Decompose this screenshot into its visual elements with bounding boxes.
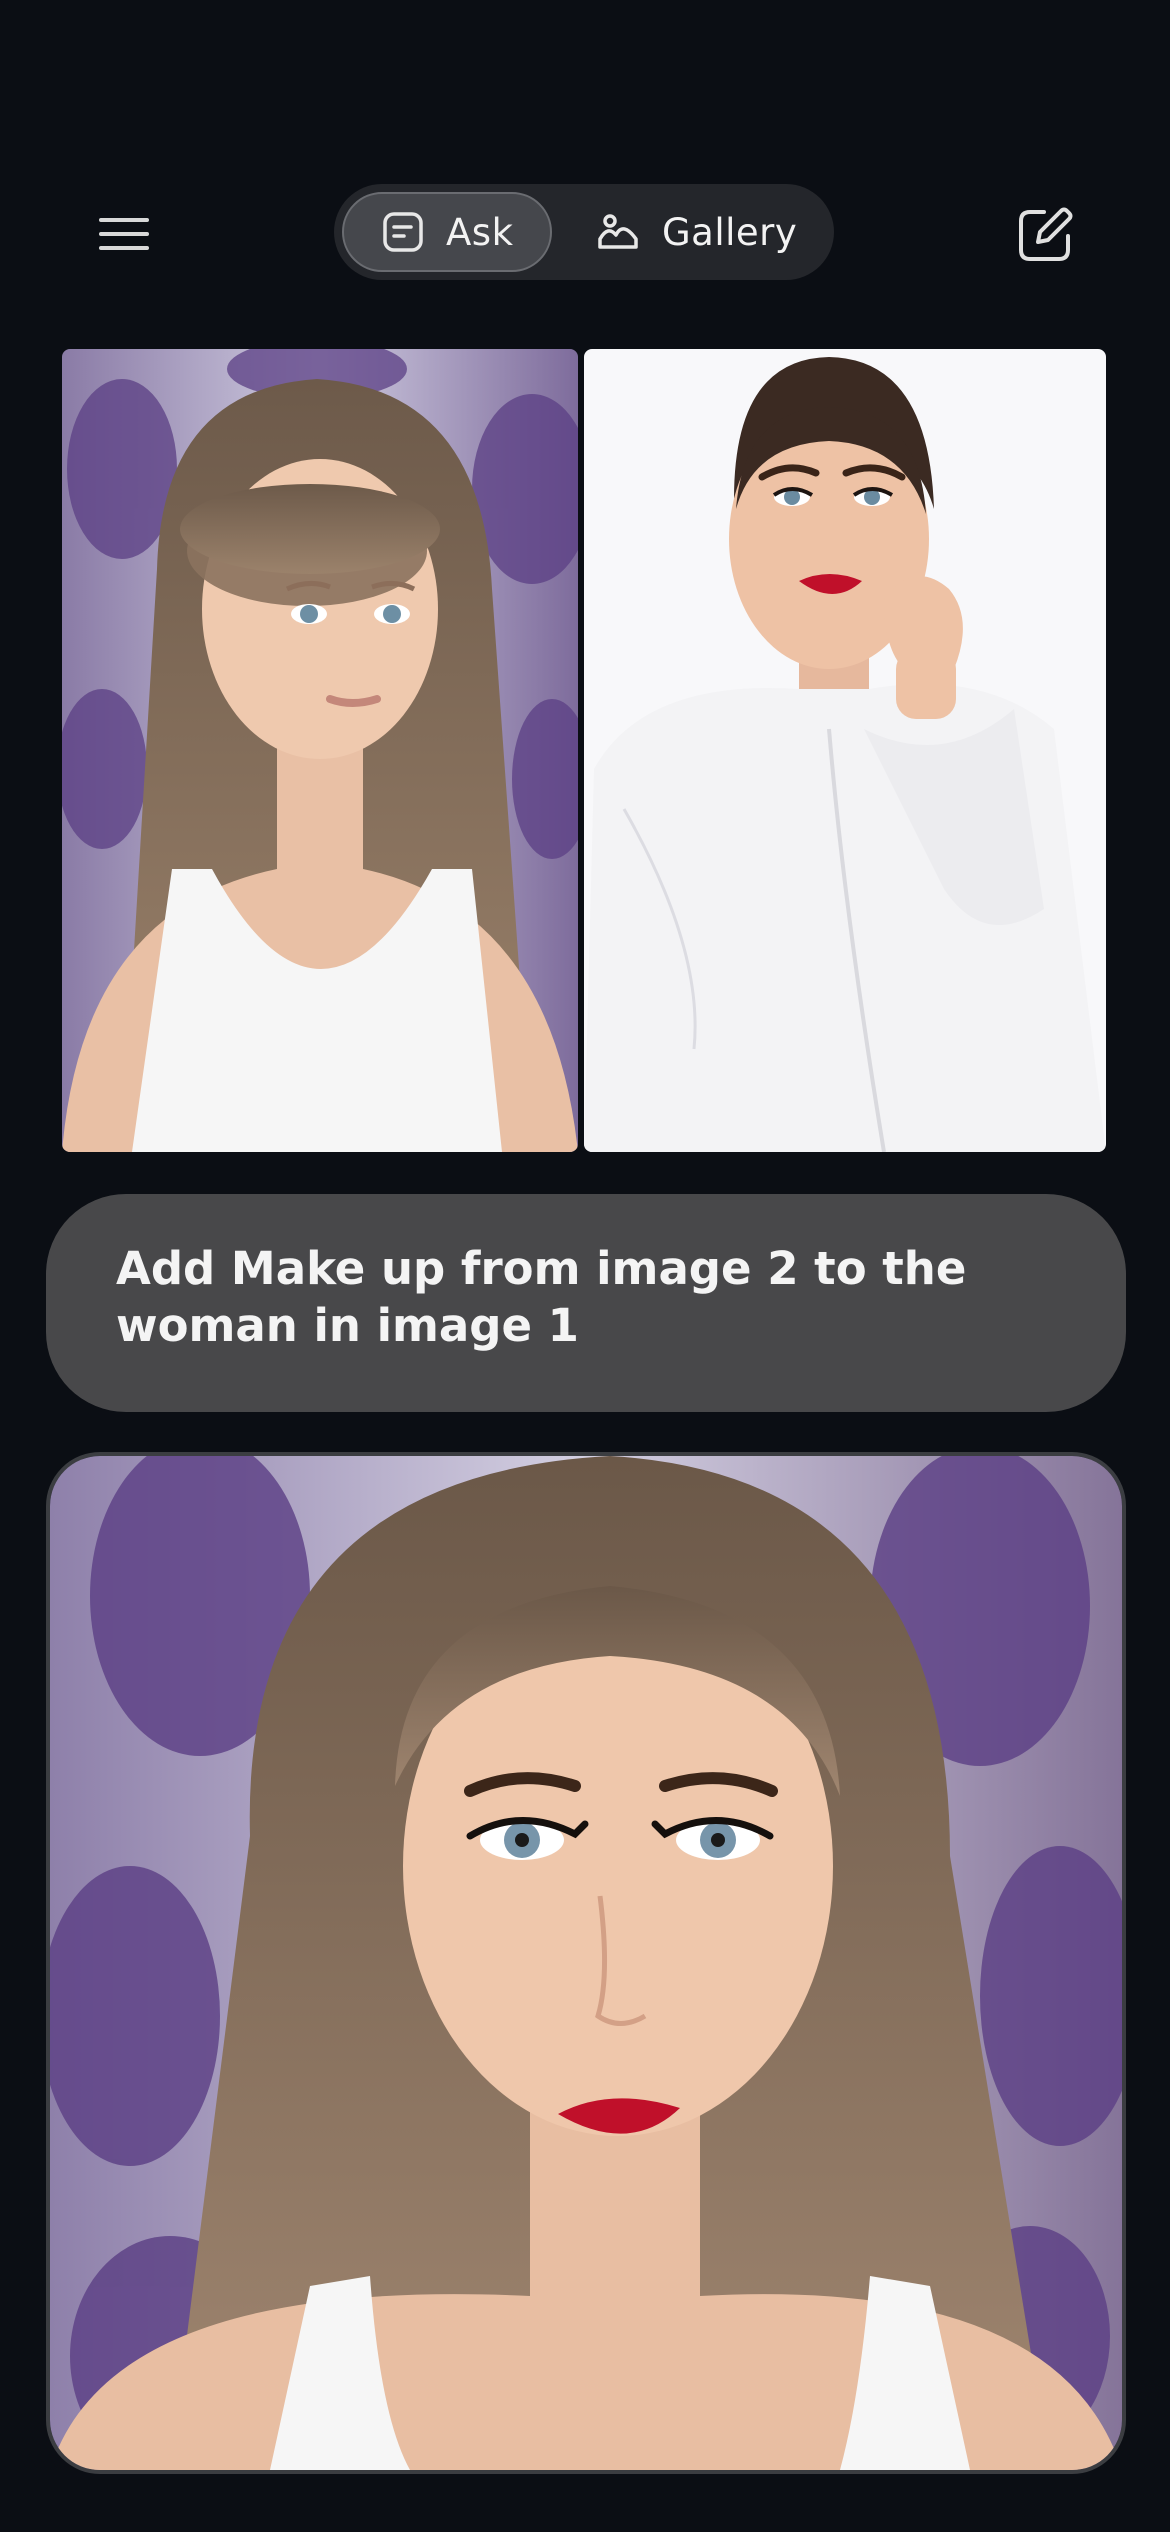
- mode-segmented-control: Ask Gallery: [334, 184, 834, 280]
- gallery-icon: [598, 214, 638, 249]
- compose-button[interactable]: [1010, 200, 1080, 270]
- tab-gallery[interactable]: Gallery: [584, 192, 824, 272]
- top-bar: Ask Gallery: [0, 180, 1170, 290]
- portrait-no-makeup-image: [62, 349, 578, 1152]
- chat-note-icon: [383, 212, 423, 252]
- result-image[interactable]: [46, 1452, 1126, 2474]
- tab-ask[interactable]: Ask: [342, 192, 552, 272]
- input-image-1[interactable]: [62, 349, 578, 1152]
- hamburger-menu-icon: [99, 218, 149, 250]
- portrait-with-makeup-image: [50, 1456, 1122, 2470]
- user-message-text: Add Make up from image 2 to the woman in…: [116, 1242, 967, 1352]
- tab-gallery-label: Gallery: [662, 210, 798, 254]
- portrait-makeup-reference-image: [584, 349, 1106, 1152]
- input-image-2[interactable]: [584, 349, 1106, 1152]
- user-message-bubble: Add Make up from image 2 to the woman in…: [46, 1194, 1126, 1412]
- tab-ask-label: Ask: [446, 210, 514, 254]
- menu-button[interactable]: [86, 202, 162, 266]
- compose-edit-icon: [1019, 207, 1073, 261]
